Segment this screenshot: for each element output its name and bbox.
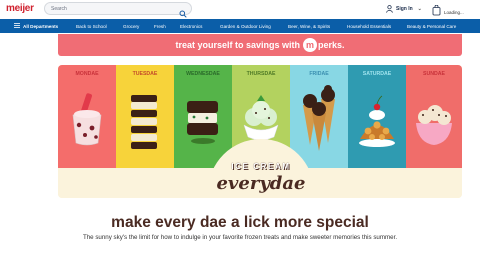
all-departments-button[interactable]: All Departments [0,23,72,29]
day-panel-friday: FRIDAE [290,65,348,168]
day-panel-monday: MONDAE [58,65,116,168]
page-headline: make every dae a lick more special [111,214,369,231]
nav-item-garden-outdoor[interactable]: Garden & Outdoor Living [220,24,288,29]
ice-cream-cup-illustration [72,93,102,146]
promo-text: treat yourself to savings with [175,40,300,50]
badge-script-text: everydae [216,173,306,194]
ice-cream-cones-illustration [303,85,335,151]
day-panel-sunday: SUNDAE [406,65,462,168]
ice-cream-sandwich-illustration [131,95,157,149]
mperks-promo-banner[interactable]: treat yourself to savings with m perks. [58,34,462,56]
meijer-logo[interactable]: meijer [6,3,34,14]
mperks-logo: m perks. [303,38,345,52]
day-panel-wednesday: WEDNESDAE [174,65,232,168]
menu-icon [14,23,20,29]
all-departments-label: All Departments [23,23,59,29]
chevron-down-icon: ⌄ [417,6,422,12]
nav-item-grocery[interactable]: Grocery [123,24,154,29]
user-icon [386,5,393,13]
ice-cream-everydae-hero[interactable]: MONDAE TUESDAE WEDNESDAE THURSDAE FRIDAE… [58,65,462,198]
search-input[interactable] [51,4,171,14]
top-header: meijer Sign In ⌄ Loading... [0,0,480,19]
page-subheadline: The sunny sky's the limit for how to ind… [82,234,398,241]
nav-item-beer-wine-spirits[interactable]: Beer, Wine, & Spirits [288,24,347,29]
nav-item-electronics[interactable]: Electronics [180,24,220,29]
search-box [44,2,192,18]
search-icon[interactable] [179,5,187,18]
day-panel-tuesday: TUESDAE [116,65,174,168]
day-panel-saturday: SATURDAE [348,65,406,168]
cart-status: Loading... [444,9,464,15]
mperks-m-badge: m [303,38,317,52]
sign-in-label: Sign In [396,6,413,12]
department-nav: All Departments Back to School Grocery F… [0,19,480,33]
badge-top-text: ICE CREAM [231,162,291,171]
nav-item-beauty-personal-care[interactable]: Beauty & Personal Care [407,24,456,29]
nav-item-household-essentials[interactable]: Household Essentials [347,24,407,29]
nav-item-fresh[interactable]: Fresh [154,24,180,29]
nav-item-back-to-school[interactable]: Back to School [76,24,123,29]
banana-split-sundae-illustration [359,95,395,147]
brownie-sandwich-illustration [187,101,218,144]
sundae-bowl-illustration [416,105,452,145]
sign-in-button[interactable]: Sign In ⌄ [386,5,422,13]
mperks-wordmark: perks. [318,40,345,50]
